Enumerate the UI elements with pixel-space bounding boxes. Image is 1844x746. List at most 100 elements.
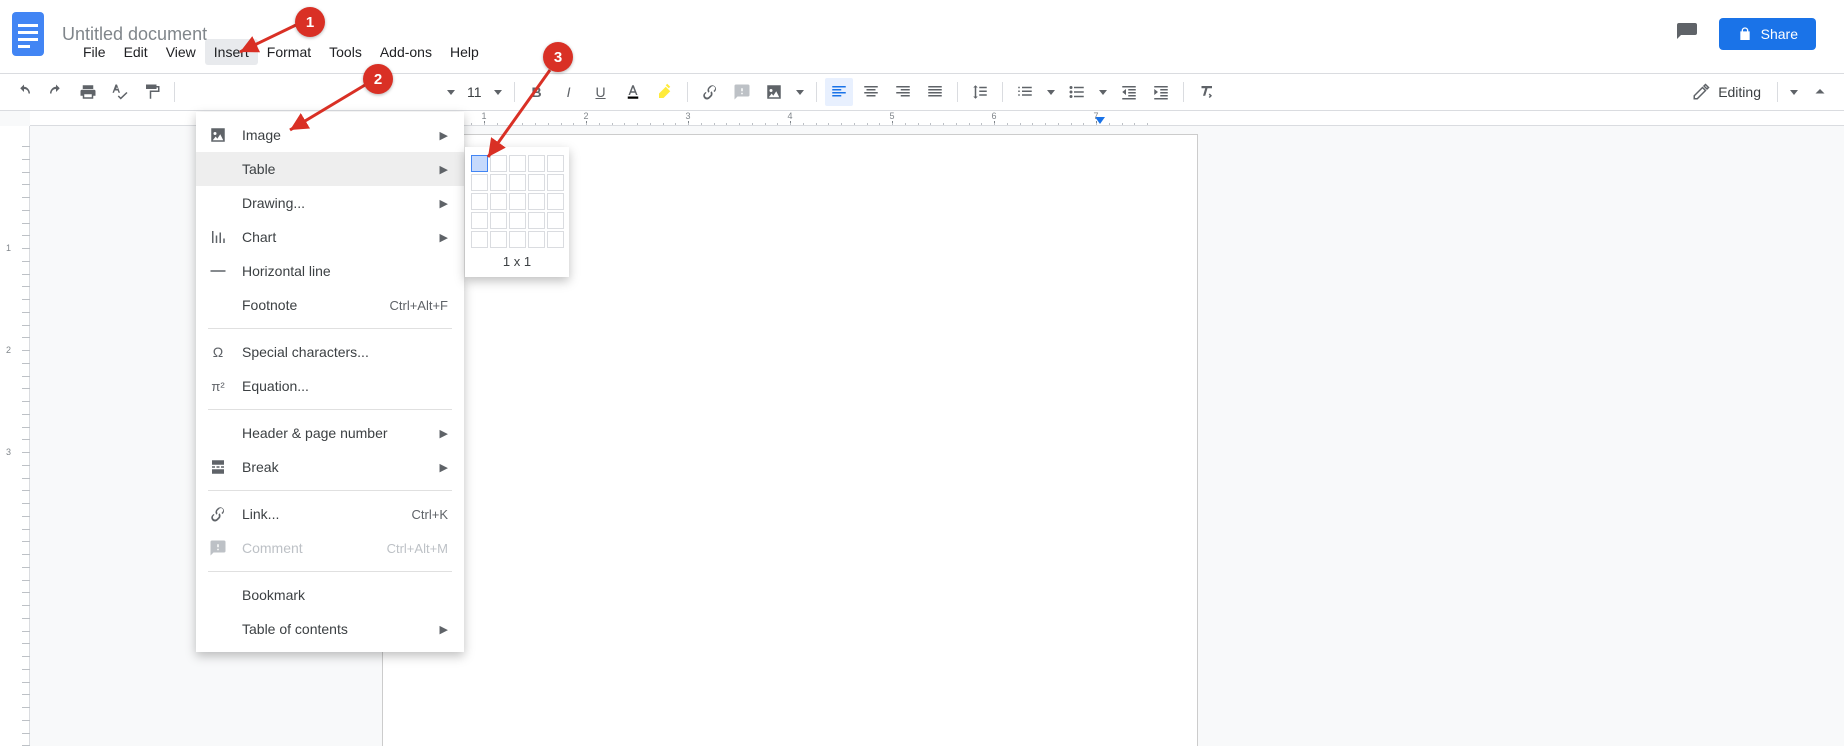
italic-button[interactable]: I (555, 78, 583, 106)
table-cell[interactable] (471, 193, 488, 210)
table-cell[interactable] (547, 212, 564, 229)
share-button[interactable]: Share (1719, 18, 1816, 50)
menu-view[interactable]: View (157, 39, 205, 65)
menu-link-label: Link... (242, 506, 412, 522)
print-button[interactable] (74, 78, 102, 106)
menu-toc[interactable]: Table of contents ▶ (196, 612, 464, 646)
menu-toc-label: Table of contents (242, 621, 440, 637)
pencil-icon (1692, 83, 1710, 101)
table-cell[interactable] (547, 231, 564, 248)
comment-history-icon[interactable] (1675, 21, 1699, 48)
numbered-list-drop[interactable] (1041, 90, 1061, 95)
share-button-label: Share (1761, 26, 1798, 42)
menu-horizontal-line[interactable]: Horizontal line (196, 254, 464, 288)
menu-bookmark[interactable]: Bookmark (196, 578, 464, 612)
underline-button[interactable]: U (587, 78, 615, 106)
menu-image[interactable]: Image ▶ (196, 118, 464, 152)
menu-break[interactable]: Break ▶ (196, 450, 464, 484)
menu-comment-label: Comment (242, 540, 387, 556)
editing-mode-label: Editing (1718, 84, 1761, 100)
table-cell[interactable] (509, 174, 526, 191)
font-size-val[interactable]: 11 (461, 84, 488, 100)
menu-chart-label: Chart (242, 229, 440, 245)
align-center-button[interactable] (857, 78, 885, 106)
lock-icon (1737, 26, 1753, 42)
menu-hline-label: Horizontal line (242, 263, 448, 279)
paint-format-button[interactable] (138, 78, 166, 106)
table-cell[interactable] (528, 212, 545, 229)
insert-image-drop[interactable] (790, 90, 810, 95)
text-color-button[interactable] (619, 78, 647, 106)
table-cell[interactable] (547, 155, 564, 172)
indent-button[interactable] (1147, 78, 1175, 106)
menu-drawing-label: Drawing... (242, 195, 440, 211)
redo-button[interactable] (42, 78, 70, 106)
outdent-button[interactable] (1115, 78, 1143, 106)
table-cell[interactable] (490, 193, 507, 210)
bulleted-list-drop[interactable] (1093, 90, 1113, 95)
vertical-ruler[interactable]: 123 (0, 126, 30, 746)
insert-comment-button[interactable] (728, 78, 756, 106)
docs-logo[interactable] (8, 7, 48, 61)
table-size-grid[interactable] (470, 155, 564, 248)
menu-footnote[interactable]: Footnote Ctrl+Alt+F (196, 288, 464, 322)
table-cell[interactable] (509, 212, 526, 229)
bold-button[interactable]: B (523, 78, 551, 106)
menu-tools[interactable]: Tools (320, 39, 371, 65)
menu-addons[interactable]: Add-ons (371, 39, 441, 65)
table-cell[interactable] (490, 212, 507, 229)
undo-button[interactable] (10, 78, 38, 106)
bulleted-list-button[interactable] (1063, 78, 1091, 106)
callout-badge-1: 1 (295, 7, 325, 37)
menu-equation[interactable]: π² Equation... (196, 369, 464, 403)
table-cell[interactable] (471, 231, 488, 248)
omega-icon: Ω (208, 344, 228, 360)
align-left-button[interactable] (825, 78, 853, 106)
image-icon (208, 126, 228, 144)
table-cell[interactable] (528, 193, 545, 210)
menu-image-label: Image (242, 127, 440, 143)
align-justify-button[interactable] (921, 78, 949, 106)
insert-image-button[interactable] (760, 78, 788, 106)
table-cell[interactable] (471, 174, 488, 191)
collapse-toolbar-button[interactable] (1806, 78, 1834, 106)
menu-insert[interactable]: Insert (205, 39, 258, 65)
menu-help[interactable]: Help (441, 39, 488, 65)
font-size[interactable] (441, 90, 461, 95)
table-cell[interactable] (509, 155, 526, 172)
menu-table[interactable]: Table ▶ (196, 152, 464, 186)
highlight-button[interactable] (651, 78, 679, 106)
table-cell[interactable] (490, 231, 507, 248)
table-cell[interactable] (471, 212, 488, 229)
align-right-button[interactable] (889, 78, 917, 106)
font-size-drop[interactable] (488, 90, 508, 95)
menu-comment: Comment Ctrl+Alt+M (196, 531, 464, 565)
submenu-arrow-icon: ▶ (440, 427, 448, 440)
spellcheck-button[interactable] (106, 78, 134, 106)
editing-mode-drop[interactable] (1784, 90, 1804, 95)
editing-mode-button[interactable]: Editing (1682, 79, 1771, 105)
table-cell[interactable] (509, 231, 526, 248)
menu-chart[interactable]: Chart ▶ (196, 220, 464, 254)
table-cell[interactable] (547, 174, 564, 191)
table-cell-1-1[interactable] (471, 155, 488, 172)
table-cell[interactable] (490, 155, 507, 172)
insert-link-button[interactable] (696, 78, 724, 106)
table-cell[interactable] (547, 193, 564, 210)
table-cell[interactable] (509, 193, 526, 210)
numbered-list-button[interactable] (1011, 78, 1039, 106)
menu-drawing[interactable]: Drawing... ▶ (196, 186, 464, 220)
clear-formatting-button[interactable] (1192, 78, 1220, 106)
menu-link[interactable]: Link... Ctrl+K (196, 497, 464, 531)
table-cell[interactable] (528, 174, 545, 191)
table-cell[interactable] (528, 155, 545, 172)
table-cell[interactable] (528, 231, 545, 248)
line-spacing-button[interactable] (966, 78, 994, 106)
menu-header-page[interactable]: Header & page number ▶ (196, 416, 464, 450)
menu-format[interactable]: Format (258, 39, 320, 65)
footnote-shortcut: Ctrl+Alt+F (389, 298, 448, 313)
menu-file[interactable]: File (74, 39, 115, 65)
menu-special-characters[interactable]: Ω Special characters... (196, 335, 464, 369)
table-cell[interactable] (490, 174, 507, 191)
menu-edit[interactable]: Edit (115, 39, 157, 65)
